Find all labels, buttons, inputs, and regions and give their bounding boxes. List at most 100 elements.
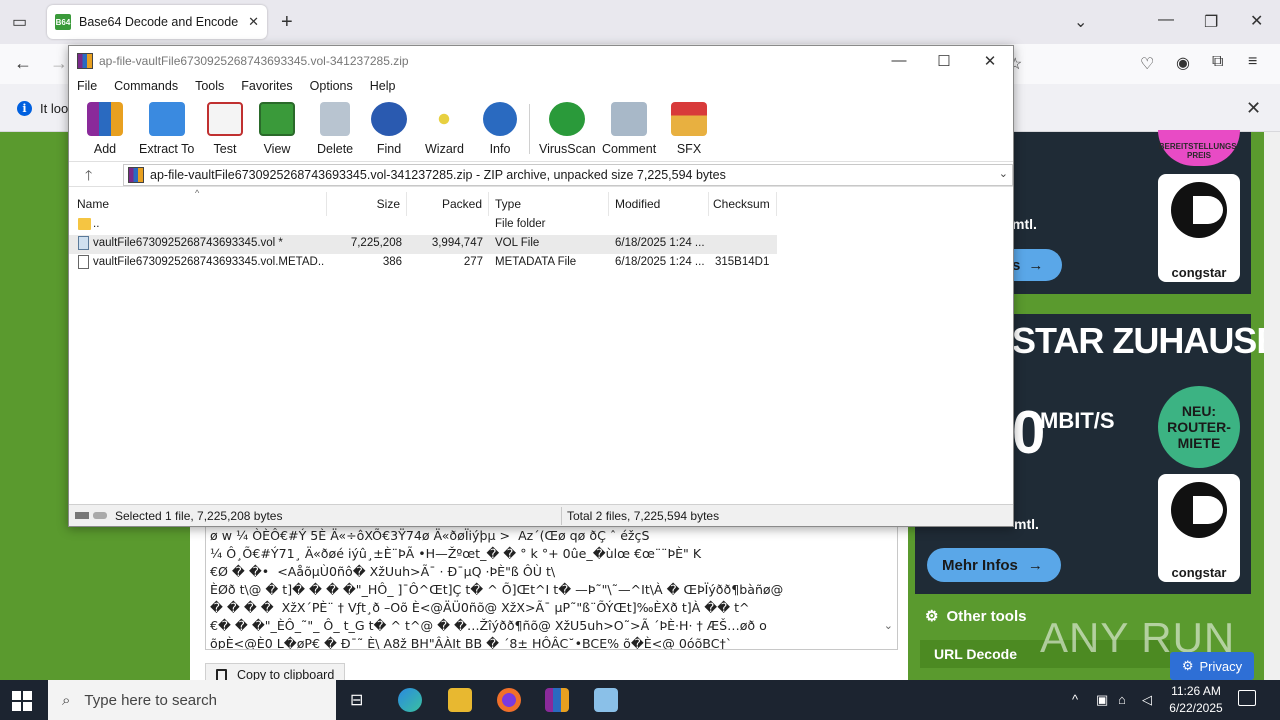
winrar-toolbar: Add Extract To Test View Delete Find Wiz… (69, 98, 1013, 158)
winrar-close-icon[interactable]: ✕ (975, 52, 1005, 70)
arrow-right-icon: → (1027, 556, 1043, 574)
path-field[interactable]: ap-file-vaultFile6730925268743693345.vol… (123, 164, 1013, 186)
gear-icon: ⚙ (1181, 658, 1194, 673)
table-row[interactable]: vaultFile6730925268743693345.vol * 7,225… (69, 235, 777, 254)
taskbar-clock[interactable]: 11:26 AM 6/22/2025 (1160, 683, 1232, 717)
privacy-button[interactable]: ⚙ Privacy (1170, 652, 1254, 680)
test-clipboard-icon (207, 102, 243, 136)
tab-list-icon[interactable]: ▭ (12, 12, 27, 32)
col-name[interactable]: Name ^ (69, 188, 327, 216)
table-row[interactable]: vaultFile6730925268743693345.vol.METAD..… (69, 254, 777, 273)
menu-tools[interactable]: Tools (195, 79, 224, 93)
notification-icon[interactable] (1238, 690, 1256, 706)
archive-icon (128, 167, 144, 183)
output-line: ø w ¼ ÒÈÔ€#Ý 5È Ä«÷ôXÕ€3Ÿ74ø Ä«ðøÏiýþµ >… (210, 528, 650, 543)
mehr-infos-button[interactable]: Mehr Infos → (927, 548, 1061, 582)
new-tab-icon[interactable]: + (281, 11, 293, 34)
page-scrollbar[interactable] (1264, 132, 1280, 680)
path-dropdown-icon[interactable]: ⌄ (999, 167, 1008, 180)
find-label: Find (376, 142, 402, 156)
account-icon[interactable]: ◉ (1176, 53, 1190, 73)
tab-overflow-chevron-icon[interactable]: ⌄ (1074, 12, 1087, 32)
menu-help[interactable]: Help (370, 79, 396, 93)
add-button[interactable]: Add (87, 102, 123, 156)
view-button[interactable]: View (259, 102, 295, 156)
col-checksum[interactable]: Checksum (709, 192, 777, 216)
tab-close-icon[interactable]: ✕ (248, 14, 259, 30)
winrar-minimize-icon[interactable]: — (884, 52, 914, 69)
col-size[interactable]: Size (327, 192, 407, 216)
vol-file-icon (78, 236, 89, 250)
notice-close-icon[interactable]: ✕ (1246, 98, 1261, 119)
col-packed[interactable]: Packed (407, 192, 489, 216)
menu-favorites[interactable]: Favorites (241, 79, 292, 93)
task-view-icon[interactable]: ⊟ (350, 690, 363, 710)
file-modified: 6/18/2025 1:24 ... (615, 237, 705, 249)
base64-favicon: B64 (55, 14, 71, 30)
notepad-icon[interactable] (594, 688, 618, 712)
col-checksum-label: Checksum (713, 197, 770, 211)
test-button[interactable]: Test (207, 102, 243, 156)
add-archive-icon (87, 102, 123, 136)
extensions-icon[interactable]: ⧉ (1212, 53, 1223, 71)
col-type-label: Type (495, 197, 522, 211)
close-window-icon[interactable]: ✕ (1250, 11, 1263, 31)
table-row[interactable]: .. File folder (69, 216, 777, 235)
comment-label: Comment (602, 142, 657, 156)
windows-taskbar: ⌕ Type here to search ⊟ ^ ▣ ⌂ ◁ 11:26 AM… (0, 680, 1280, 720)
file-explorer-icon[interactable] (448, 688, 472, 712)
col-type[interactable]: Type (489, 192, 609, 216)
textarea-scroll-down-icon[interactable]: ⌄ (884, 617, 893, 635)
winrar-titlebar[interactable]: ap-file-vaultFile6730925268743693345.vol… (69, 46, 1013, 76)
back-arrow-icon[interactable]: ← (14, 53, 32, 74)
file-packed: 3,994,747 (431, 237, 483, 249)
delete-button[interactable]: Delete (317, 102, 353, 156)
info-label: Info (489, 142, 511, 156)
browser-tab-active[interactable]: B64 Base64 Decode and Encode - O ✕ (47, 5, 267, 39)
toolbar-separator (529, 104, 530, 154)
windows-start-icon[interactable] (12, 691, 32, 711)
menu-options[interactable]: Options (310, 79, 353, 93)
file-modified: 6/18/2025 1:24 ... (615, 256, 705, 268)
volume-icon[interactable]: ◁ (1142, 692, 1152, 708)
up-folder-icon[interactable]: 🡑 (85, 165, 92, 189)
comment-button[interactable]: Comment (602, 102, 656, 156)
pocket-icon[interactable]: ♡ (1140, 54, 1154, 74)
menu-icon[interactable]: ≡ (1248, 53, 1257, 71)
forward-arrow-icon[interactable]: → (50, 53, 68, 74)
info-button[interactable]: Info (483, 102, 517, 156)
wizard-wand-icon (426, 102, 463, 136)
menu-commands[interactable]: Commands (114, 79, 178, 93)
gear-icon: ⚙ (925, 608, 939, 625)
output-line: õpÈ<@È0 L�øP€ � Ð¯˜ È\ A8ž BH"ÂÀIt BB � … (210, 636, 733, 650)
file-list: Name ^ Size Packed Type Modified Checksum… (69, 188, 1013, 504)
file-name: vaultFile6730925268743693345.vol * (93, 237, 283, 249)
congstar-logo-top: congstar (1158, 174, 1240, 282)
col-modified[interactable]: Modified (609, 192, 709, 216)
wizard-button[interactable]: Wizard (425, 102, 464, 156)
decoded-output-textarea[interactable]: ø w ¼ ÒÈÔ€#Ý 5È Ä«÷ôXÕ€3Ÿ74ø Ä«ðøÏiýþµ >… (205, 524, 898, 650)
network-icon[interactable]: ⌂ (1118, 692, 1126, 707)
tray-device-icon[interactable]: ▣ (1096, 692, 1108, 708)
extract-to-button[interactable]: Extract To (139, 102, 194, 156)
virusscan-button[interactable]: VirusScan (539, 102, 596, 156)
file-size: 386 (382, 256, 402, 268)
test-label: Test (213, 142, 237, 156)
taskbar-search-box[interactable]: ⌕ Type here to search (48, 680, 336, 720)
file-name: vaultFile6730925268743693345.vol.METAD..… (93, 256, 325, 268)
sfx-button[interactable]: SFX (671, 102, 707, 156)
edge-icon[interactable] (398, 688, 422, 712)
search-icon: ⌕ (62, 691, 71, 709)
find-button[interactable]: Find (371, 102, 407, 156)
restore-icon[interactable]: ❐ (1204, 12, 1218, 32)
winrar-maximize-icon[interactable]: ☐ (929, 52, 959, 70)
minimize-icon[interactable]: — (1158, 11, 1174, 29)
winrar-app-icon (77, 53, 93, 69)
winrar-taskbar-icon[interactable] (545, 688, 569, 712)
brand-label: congstar (1171, 265, 1227, 280)
firefox-icon[interactable] (497, 688, 521, 712)
tray-chevron-icon[interactable]: ^ (1072, 692, 1078, 707)
menu-file[interactable]: File (77, 79, 97, 93)
ad-button-top[interactable]: s → (1010, 249, 1062, 281)
output-line: ÈØð t\@ � t]� � � �"_HÔ_ ]¯Ô^Œt]Ç t� ^ Õ… (210, 582, 784, 597)
